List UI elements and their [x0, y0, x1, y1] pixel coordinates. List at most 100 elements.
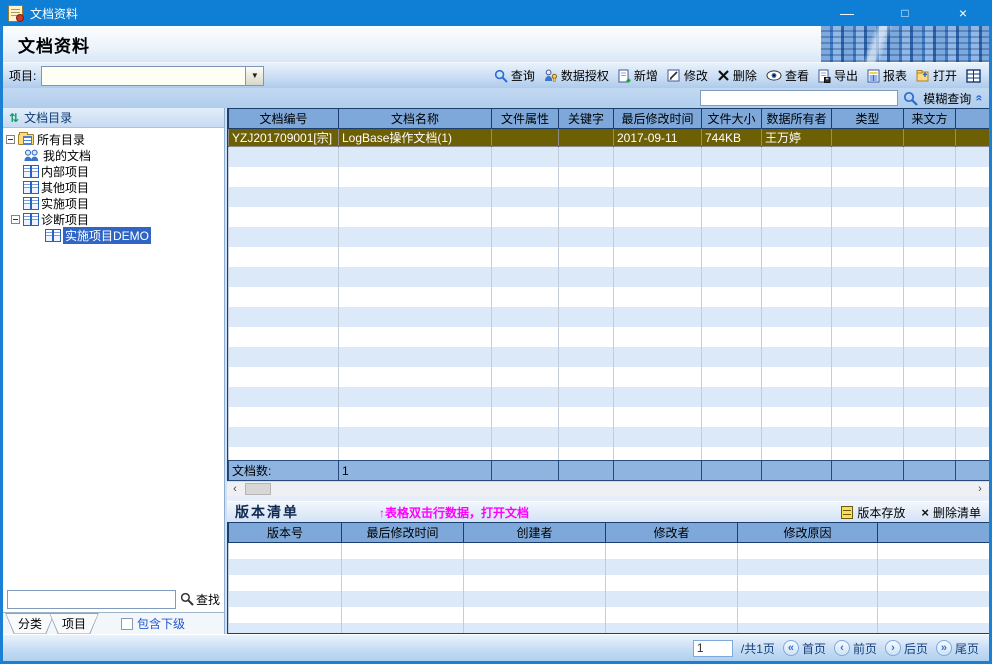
scroll-right-icon[interactable]: › — [972, 482, 988, 496]
version-section-header: 版本清单 ↑表格双击行数据，打开文档 版本存放 × 删除清单 — [227, 501, 989, 522]
window-title: 文档资料 — [30, 5, 78, 22]
tree-node-internal[interactable]: 内部项目 — [3, 163, 224, 179]
first-page-icon: « — [783, 640, 799, 656]
empty-row[interactable] — [229, 575, 990, 591]
col-modifier[interactable]: 修改者 — [606, 523, 738, 543]
empty-row[interactable] — [229, 607, 990, 623]
col-version-modified[interactable]: 最后修改时间 — [342, 523, 464, 543]
project-select-input[interactable] — [42, 67, 246, 85]
open-button[interactable]: 打开 — [916, 67, 957, 84]
fuzzy-search-input[interactable] — [700, 90, 898, 106]
empty-row[interactable] — [229, 407, 990, 427]
data-authorize-button[interactable]: 数据授权 — [544, 67, 609, 84]
col-source[interactable]: 来文方 — [904, 109, 956, 129]
find-button[interactable]: 查找 — [180, 591, 220, 608]
tree-node-implement[interactable]: 实施项目 — [3, 195, 224, 211]
refresh-icon[interactable]: ⇅ — [9, 111, 19, 125]
last-page-button[interactable]: » 尾页 — [936, 640, 979, 657]
scroll-left-icon[interactable]: ‹ — [227, 482, 243, 496]
col-doc-name[interactable]: 文档名称 — [339, 109, 492, 129]
collapse-expander-icon[interactable] — [6, 135, 15, 144]
empty-row[interactable] — [229, 591, 990, 607]
empty-row[interactable] — [229, 267, 990, 287]
grid-view-button[interactable] — [966, 69, 981, 83]
empty-row[interactable] — [229, 327, 990, 347]
col-blank[interactable] — [878, 523, 990, 543]
project-select[interactable] — [41, 66, 246, 86]
col-version[interactable]: 版本号 — [229, 523, 342, 543]
page-title: 文档资料 — [3, 32, 90, 57]
empty-row[interactable] — [229, 287, 990, 307]
empty-row[interactable] — [229, 247, 990, 267]
report-button[interactable]: 报表 — [867, 67, 907, 84]
empty-row[interactable] — [229, 427, 990, 447]
col-file-attr[interactable]: 文件属性 — [492, 109, 559, 129]
empty-row[interactable] — [229, 307, 990, 327]
col-type[interactable]: 类型 — [832, 109, 904, 129]
delete-button[interactable]: 删除 — [717, 67, 757, 84]
collapse-icon[interactable]: « — [973, 95, 987, 102]
minimize-icon[interactable]: — — [832, 1, 862, 25]
empty-row[interactable] — [229, 147, 990, 167]
col-modify-reason[interactable]: 修改原因 — [738, 523, 878, 543]
page-number-input[interactable] — [693, 640, 733, 657]
edit-icon — [667, 69, 681, 83]
empty-row[interactable] — [229, 227, 990, 247]
prev-page-button[interactable]: ‹ 前页 — [834, 640, 877, 657]
tree-node-all[interactable]: 所有目录 — [3, 131, 224, 147]
table-row[interactable]: YZJ201709001[宗] LogBase操作文档(1) 2017-09-1… — [229, 129, 990, 147]
search-icon — [903, 91, 918, 106]
version-store-button[interactable]: 版本存放 — [841, 504, 905, 521]
next-page-button[interactable]: › 后页 — [885, 640, 928, 657]
first-page-button[interactable]: « 首页 — [783, 640, 826, 657]
empty-row[interactable] — [229, 623, 990, 635]
last-page-icon: » — [936, 640, 952, 656]
chevron-down-icon[interactable]: ▼ — [245, 66, 264, 86]
col-modified-time[interactable]: 最后修改时间 — [614, 109, 702, 129]
tree-node-my-docs[interactable]: 我的文档 — [3, 147, 224, 163]
empty-row[interactable] — [229, 347, 990, 367]
empty-row[interactable] — [229, 187, 990, 207]
horizontal-scrollbar[interactable]: ‹ › — [227, 481, 989, 496]
empty-row[interactable] — [229, 207, 990, 227]
window-frame: 文档资料 项目: ▼ 查询 数据授权 新增 — [0, 26, 992, 664]
search-icon — [494, 69, 508, 83]
tree-node-implement-demo[interactable]: 实施项目DEMO — [3, 227, 224, 243]
tree-node-other[interactable]: 其他项目 — [3, 179, 224, 195]
empty-row[interactable] — [229, 167, 990, 187]
col-file-size[interactable]: 文件大小 — [702, 109, 762, 129]
building-decoration-image — [821, 26, 989, 62]
collapse-expander-icon[interactable] — [11, 215, 20, 224]
query-button[interactable]: 查询 — [494, 67, 535, 84]
include-sub-checkbox[interactable] — [121, 618, 133, 630]
add-button[interactable]: 新增 — [618, 67, 658, 84]
maximize-icon[interactable]: □ — [890, 1, 920, 25]
col-data-owner[interactable]: 数据所有者 — [762, 109, 832, 129]
empty-row[interactable] — [229, 559, 990, 575]
tab-category[interactable]: 分类 — [5, 613, 55, 635]
empty-row[interactable] — [229, 543, 990, 559]
col-creator[interactable]: 创建者 — [464, 523, 606, 543]
view-button[interactable]: 查看 — [766, 67, 809, 84]
doc-count-label: 文档数: — [229, 461, 339, 481]
col-keywords[interactable]: 关键字 — [559, 109, 614, 129]
toolbar: 项目: ▼ 查询 数据授权 新增 — [3, 62, 989, 88]
empty-row[interactable] — [229, 367, 990, 387]
empty-row[interactable] — [229, 387, 990, 407]
tree-find-input[interactable] — [7, 590, 176, 609]
clear-list-button[interactable]: × 删除清单 — [921, 504, 981, 521]
version-table: 版本号 最后修改时间 创建者 修改者 修改原因 — [228, 522, 989, 634]
directory-panel: ⇅ 文档目录 所有目录 我的文档 内部项目 — [3, 108, 225, 634]
export-button[interactable]: 导出 — [818, 67, 858, 84]
col-receiver[interactable]: 接文 — [956, 109, 990, 129]
scrollbar-thumb[interactable] — [245, 483, 271, 495]
close-icon[interactable]: × — [948, 1, 978, 25]
edit-button[interactable]: 修改 — [667, 67, 708, 84]
col-doc-number[interactable]: 文档编号 — [229, 109, 339, 129]
main-area: 文档编号 文档名称 文件属性 关键字 最后修改时间 文件大小 数据所有者 类型 … — [227, 108, 989, 634]
tree-node-diagnosis[interactable]: 诊断项目 — [3, 211, 224, 227]
fuzzy-search-label[interactable]: 模糊查询 — [923, 90, 971, 107]
delete-icon — [717, 69, 730, 82]
book-icon — [45, 229, 60, 241]
tab-project[interactable]: 项目 — [49, 613, 99, 635]
